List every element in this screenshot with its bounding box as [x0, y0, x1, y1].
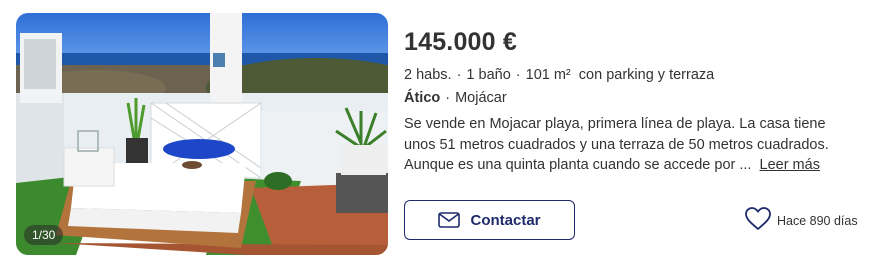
feature-rooms: 2 habs. — [404, 67, 452, 83]
published-age: Hace 890 días — [777, 214, 858, 228]
heart-icon[interactable] — [745, 207, 771, 231]
terrace-photo-image — [16, 13, 388, 255]
listing-photo[interactable] — [16, 13, 388, 255]
separator-dot: · — [456, 67, 462, 83]
listing-type-location: Ático · Mojácar — [404, 90, 507, 106]
location: Mojácar — [455, 90, 507, 106]
property-type: Ático — [404, 90, 441, 106]
photo-counter: 1/30 — [24, 225, 64, 245]
listing-price[interactable]: 145.000 € — [404, 28, 517, 57]
read-more-link[interactable]: Leer más — [760, 157, 820, 173]
feature-area: 101 m² — [525, 67, 571, 83]
contact-button[interactable]: Contactar — [404, 200, 575, 240]
mail-icon — [438, 212, 461, 228]
listing-card: 1/30 145.000 € 2 habs. · 1 baño · 101 m² con… — [0, 0, 875, 260]
separator-dot: · — [515, 67, 521, 83]
separator-dot: · — [445, 90, 451, 106]
feature-extras: con parking y terraza — [578, 67, 715, 83]
listing-features: 2 habs. · 1 baño · 101 m² con parking y terr… — [404, 67, 714, 83]
contact-label: Contactar — [470, 211, 541, 229]
listing-description[interactable]: Se vende en Mojacar playa, primera línea… — [404, 114, 844, 176]
feature-bathrooms: 1 baño — [466, 67, 511, 83]
